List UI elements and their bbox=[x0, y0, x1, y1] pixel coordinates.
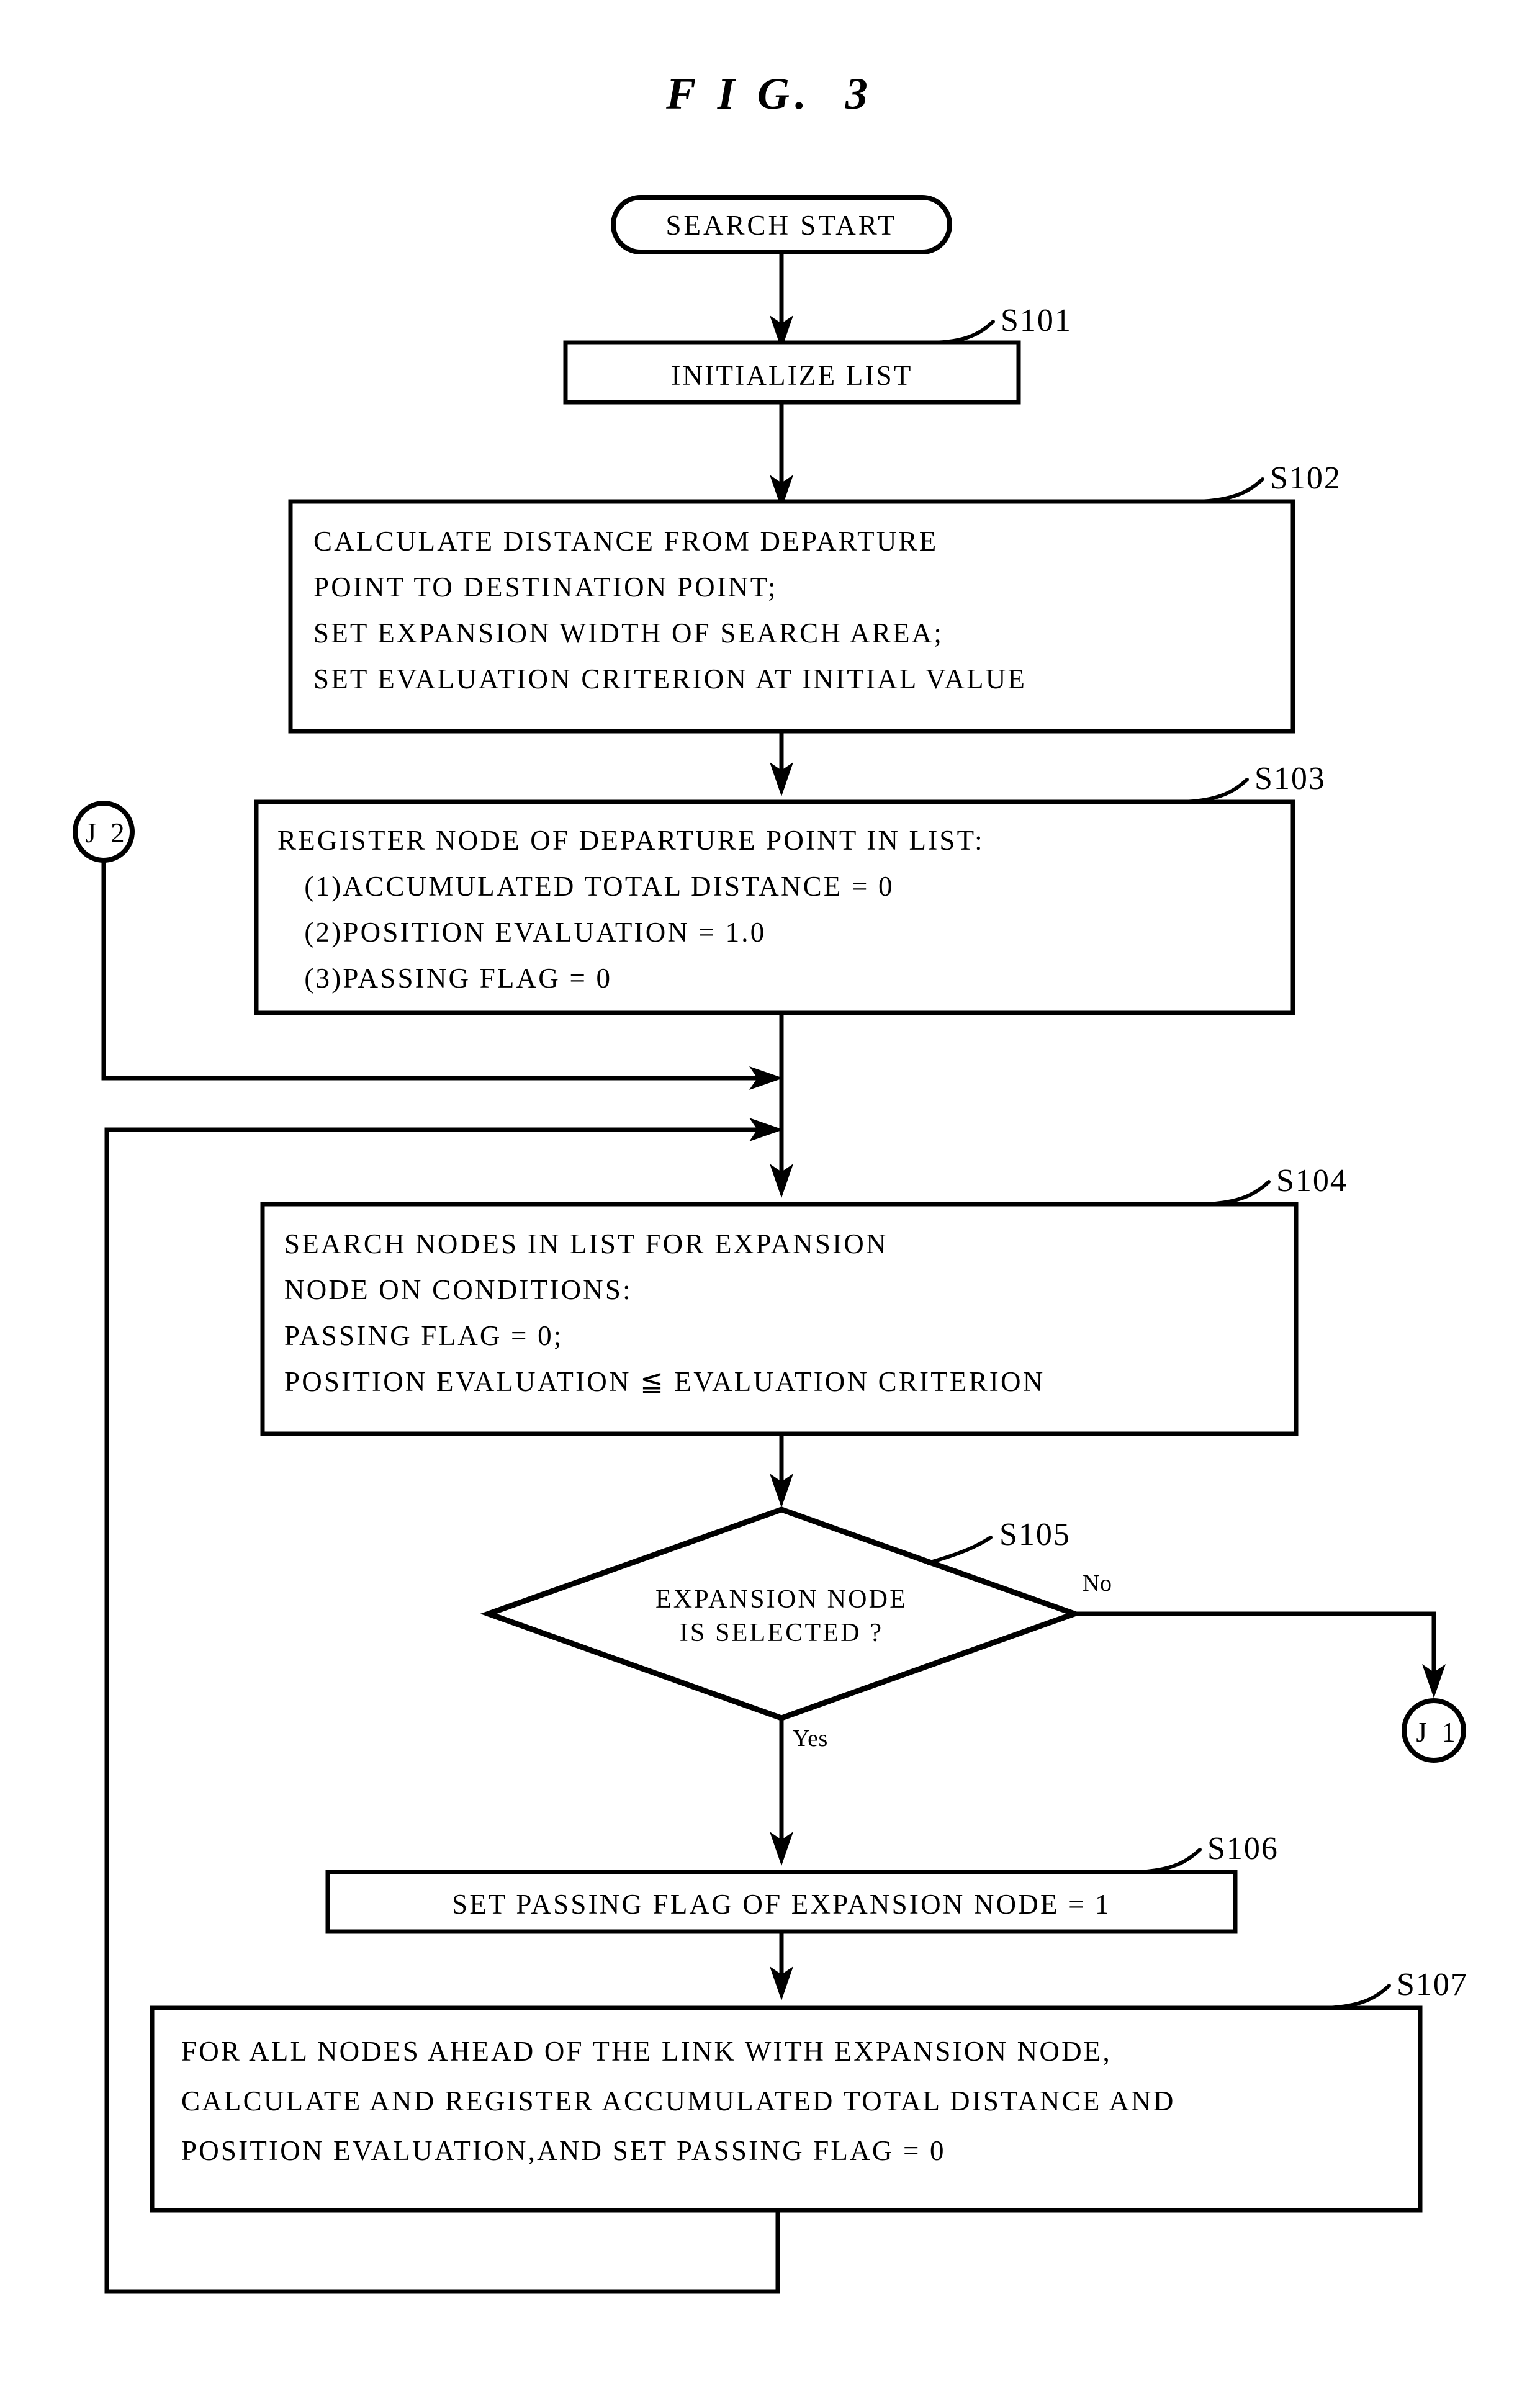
s104-line-4: POSITION EVALUATION ≦ EVALUATION CRITERI… bbox=[284, 1366, 1045, 1397]
s102-step-label: S102 bbox=[1270, 461, 1341, 496]
s105-yes-label: Yes bbox=[793, 1726, 828, 1752]
s104-line-1: SEARCH NODES IN LIST FOR EXPANSION bbox=[284, 1228, 888, 1259]
leader-s102: S102 bbox=[1196, 461, 1341, 503]
leader-s101: S101 bbox=[929, 303, 1072, 344]
s103-step-label: S103 bbox=[1254, 761, 1326, 796]
search-start-label: SEARCH START bbox=[666, 210, 898, 241]
s106-line-1: SET PASSING FLAG OF EXPANSION NODE = 1 bbox=[452, 1889, 1111, 1920]
j2-label: J 2 bbox=[85, 817, 128, 848]
s103-line-4: (3)PASSING FLAG = 0 bbox=[277, 963, 612, 994]
s104-step-label: S104 bbox=[1276, 1163, 1348, 1199]
j1-label: J 1 bbox=[1416, 1717, 1459, 1748]
node-s103[interactable]: REGISTER NODE OF DEPARTURE POINT IN LIST… bbox=[254, 799, 1295, 1015]
s107-line-1: FOR ALL NODES AHEAD OF THE LINK WITH EXP… bbox=[181, 2036, 1112, 2067]
flowchart-svg: F I G. 3 SEARCH START INITIALIZE LIST S1… bbox=[73, 69, 1468, 2294]
s103-line-2: (1)ACCUMULATED TOTAL DISTANCE = 0 bbox=[277, 871, 894, 902]
leader-s105: S105 bbox=[926, 1517, 1071, 1565]
s104-line-3: PASSING FLAG = 0; bbox=[284, 1320, 563, 1351]
s107-line-3: POSITION EVALUATION,AND SET PASSING FLAG… bbox=[181, 2135, 946, 2166]
s105-line-2: IS SELECTED ? bbox=[680, 1619, 884, 1647]
s101-line-1: INITIALIZE LIST bbox=[671, 360, 912, 391]
s102-line-1: CALCULATE DISTANCE FROM DEPARTURE bbox=[313, 526, 938, 557]
s101-step-label: S101 bbox=[1001, 303, 1072, 338]
page-title: F I G. 3 bbox=[665, 69, 873, 119]
edge-start-to-s101 bbox=[770, 252, 793, 349]
node-j1-connector[interactable]: J 1 bbox=[1402, 1698, 1466, 1763]
s105-line-1: EXPANSION NODE bbox=[655, 1585, 907, 1614]
s103-line-3: (2)POSITION EVALUATION = 1.0 bbox=[277, 917, 766, 948]
s104-line-2: NODE ON CONDITIONS: bbox=[284, 1274, 633, 1305]
figure-canvas: F I G. 3 SEARCH START INITIALIZE LIST S1… bbox=[0, 0, 1540, 2394]
node-s102[interactable]: CALCULATE DISTANCE FROM DEPARTURE POINT … bbox=[288, 499, 1295, 734]
s103-line-1: REGISTER NODE OF DEPARTURE POINT IN LIST… bbox=[277, 825, 984, 856]
edge-s106-to-s107 bbox=[770, 1932, 793, 2000]
s107-step-label: S107 bbox=[1397, 1967, 1468, 2002]
node-s101[interactable]: INITIALIZE LIST bbox=[563, 340, 1021, 405]
s105-no-label: No bbox=[1083, 1570, 1112, 1596]
node-s107[interactable]: FOR ALL NODES AHEAD OF THE LINK WITH EXP… bbox=[150, 2005, 1423, 2213]
edge-s104-to-s105 bbox=[770, 1434, 793, 1508]
edge-s105-no-to-j1: No bbox=[1074, 1570, 1446, 1698]
s102-line-2: POINT TO DESTINATION POINT; bbox=[313, 572, 778, 603]
edge-s102-to-s103 bbox=[770, 731, 793, 796]
s107-line-2: CALCULATE AND REGISTER ACCUMULATED TOTAL… bbox=[181, 2086, 1176, 2117]
s106-step-label: S106 bbox=[1207, 1831, 1279, 1866]
leader-s106: S106 bbox=[1134, 1831, 1279, 1874]
node-s104[interactable]: SEARCH NODES IN LIST FOR EXPANSION NODE … bbox=[260, 1202, 1299, 1436]
edge-s101-to-s102 bbox=[770, 402, 793, 509]
node-j2-connector[interactable]: J 2 bbox=[73, 801, 135, 863]
s102-line-3: SET EXPANSION WIDTH OF SEARCH AREA; bbox=[313, 618, 943, 649]
node-search-start[interactable]: SEARCH START bbox=[611, 195, 952, 254]
edge-s105-yes-to-s106: Yes bbox=[770, 1718, 828, 1866]
edge-merge-to-s104 bbox=[770, 1078, 793, 1198]
leader-s107: S107 bbox=[1323, 1967, 1468, 2010]
s105-step-label: S105 bbox=[999, 1517, 1071, 1552]
node-s106[interactable]: SET PASSING FLAG OF EXPANSION NODE = 1 bbox=[325, 1870, 1238, 1934]
s102-line-4: SET EVALUATION CRITERION AT INITIAL VALU… bbox=[313, 664, 1027, 695]
leader-s103: S103 bbox=[1181, 761, 1326, 804]
leader-s104: S104 bbox=[1202, 1163, 1348, 1206]
